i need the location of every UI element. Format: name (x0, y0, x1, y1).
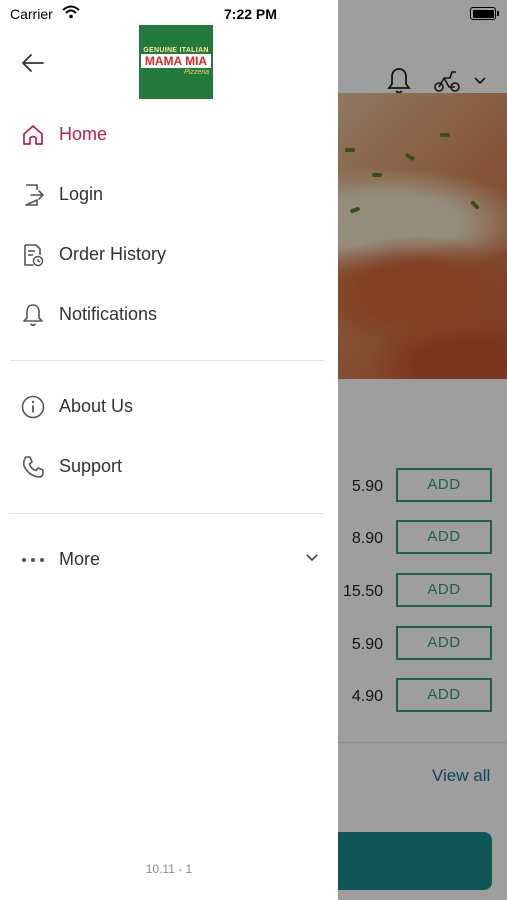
menu-item-order-history[interactable]: Order History (0, 230, 338, 280)
bell-icon (23, 304, 43, 327)
logo-title: MAMA MIA (141, 54, 211, 68)
menu-label: Login (59, 184, 104, 204)
menu-label: Notifications (59, 304, 158, 324)
back-arrow-icon[interactable] (20, 50, 46, 76)
menu-label: Home (59, 124, 108, 144)
battery-tip (497, 11, 499, 16)
logo-subtitle: Pizzeria (184, 69, 209, 76)
restaurant-logo: GENUINE ITALIAN MAMA MIA Pizzeria (139, 25, 213, 99)
logo-tagline: GENUINE ITALIAN (143, 47, 209, 54)
battery-icon (470, 7, 496, 20)
phone-icon (22, 456, 44, 478)
menu-label: More (59, 549, 101, 569)
menu-item-notifications[interactable]: Notifications (0, 290, 338, 340)
menu-label: About Us (59, 396, 134, 416)
carrier-label: Carrier (10, 6, 53, 22)
menu-label: Support (59, 456, 123, 476)
menu-divider (10, 513, 324, 514)
menu-divider (10, 360, 324, 361)
login-icon (25, 184, 45, 206)
menu-item-about-us[interactable]: About Us (0, 382, 338, 432)
more-dots-icon (22, 558, 44, 562)
menu-item-more[interactable]: More (0, 535, 338, 585)
info-icon (21, 395, 45, 419)
menu-item-login[interactable]: Login (0, 170, 338, 220)
menu-label: Order History (59, 244, 167, 264)
menu-item-support[interactable]: Support (0, 442, 338, 492)
status-bar: Carrier 7:22 PM (0, 0, 507, 28)
status-time: 7:22 PM (224, 6, 277, 22)
home-icon (23, 125, 43, 145)
navigation-drawer: GENUINE ITALIAN MAMA MIA Pizzeria Home L… (0, 0, 338, 900)
app-version: 10.11 - 1 (145, 862, 193, 876)
chevron-down-icon[interactable] (305, 553, 319, 563)
order-history-icon (24, 244, 44, 267)
menu-item-home[interactable]: Home (0, 110, 338, 160)
wifi-icon (62, 5, 80, 19)
